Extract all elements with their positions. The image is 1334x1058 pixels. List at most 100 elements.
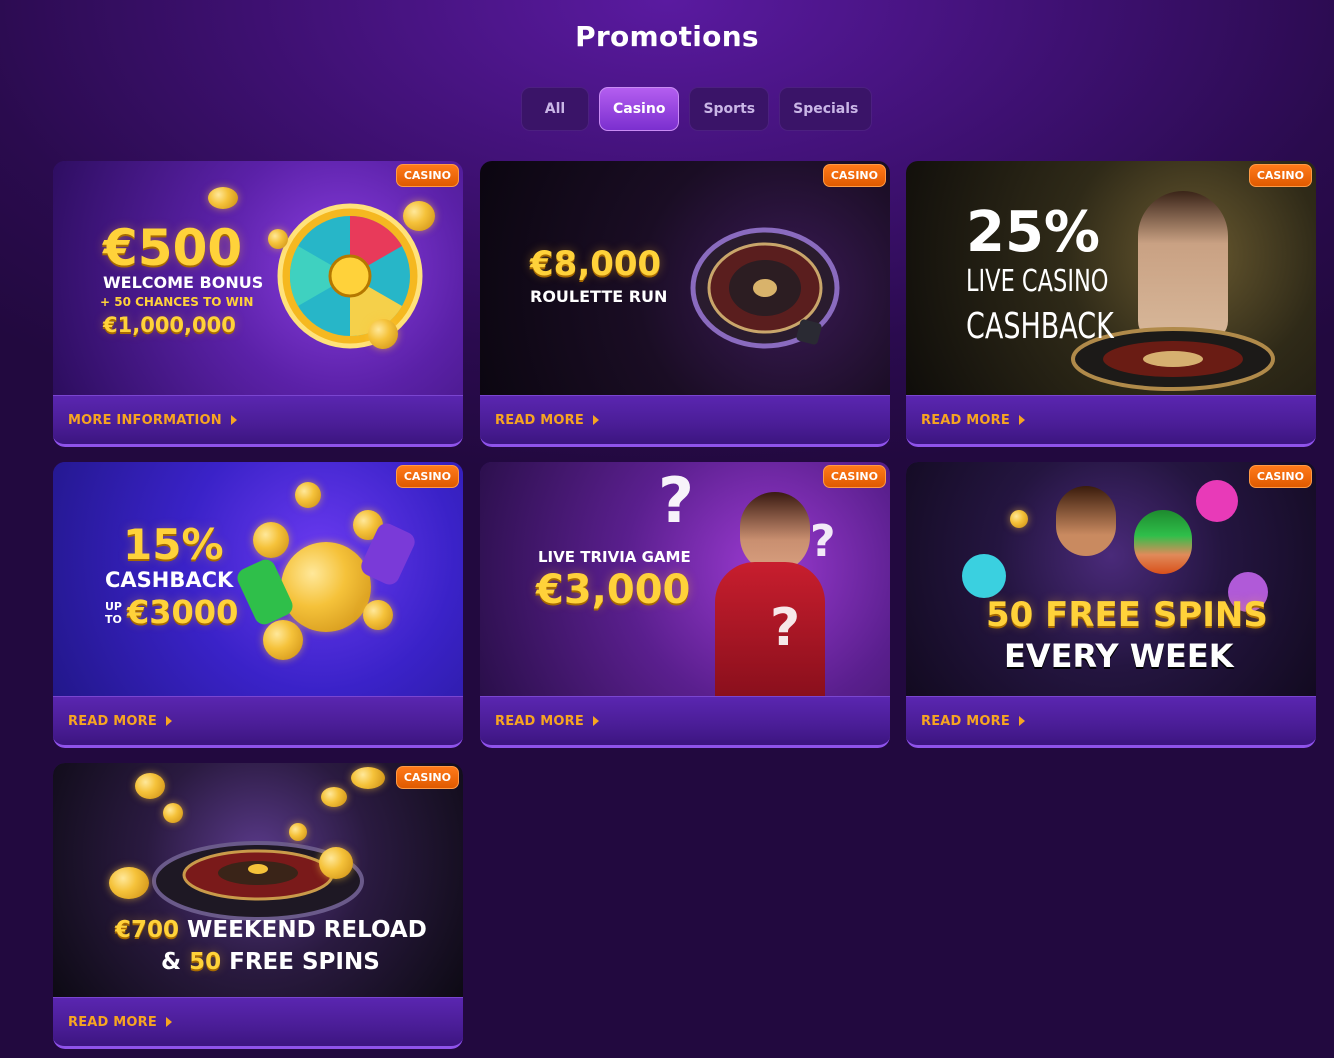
cta-label: READ MORE — [68, 1014, 157, 1030]
question-mark-icon: ? — [658, 464, 694, 537]
category-badge: CASINO — [395, 465, 459, 488]
cta-label: READ MORE — [921, 713, 1010, 729]
coin-icon — [319, 847, 353, 879]
read-more-button[interactable]: READ MORE — [906, 696, 1316, 748]
coin-icon — [289, 823, 307, 841]
tab-casino[interactable]: Casino — [599, 87, 680, 131]
more-information-button[interactable]: MORE INFORMATION — [53, 395, 463, 447]
dealer-image — [1138, 191, 1228, 341]
promo-line: WEEKEND RELOAD — [187, 917, 427, 943]
category-badge: CASINO — [1248, 164, 1312, 187]
page-title: Promotions — [575, 20, 759, 53]
arrow-right-icon — [1018, 415, 1025, 425]
cta-label: READ MORE — [495, 713, 584, 729]
coin-icon — [268, 229, 288, 249]
tab-sports[interactable]: Sports — [689, 87, 770, 131]
monster-icon — [1196, 480, 1238, 522]
promo-line: + 50 CHANCES TO WIN — [100, 295, 254, 309]
promo-subheadline: & 50 FREE SPINS — [161, 951, 380, 974]
promo-amount: 25% — [966, 200, 1101, 265]
arrow-right-icon — [165, 716, 172, 726]
cta-label: MORE INFORMATION — [68, 412, 222, 428]
promo-line: WELCOME BONUS — [103, 273, 264, 292]
coin-icon — [321, 787, 347, 807]
promo-line: LIVE TRIVIA GAME — [538, 548, 691, 566]
coin-icon — [295, 482, 321, 508]
category-badge: CASINO — [395, 164, 459, 187]
promo-card-cashback[interactable]: 15% CASHBACK UP TO €3000 CASINO READ MOR… — [53, 462, 463, 748]
arrow-right-icon — [230, 415, 237, 425]
promo-line: 50 — [189, 949, 222, 975]
promo-card-roulette-run[interactable]: €8,000 ROULETTE RUN CASINO READ MORE — [480, 161, 890, 447]
question-mark-icon: ? — [810, 516, 836, 567]
promo-amount: €700 — [115, 917, 180, 943]
coin-icon — [163, 803, 183, 823]
promo-card-free-spins[interactable]: 50 FREE SPINS EVERY WEEK CASINO READ MOR… — [906, 462, 1316, 748]
tab-specials[interactable]: Specials — [779, 87, 873, 131]
read-more-button[interactable]: READ MORE — [480, 395, 890, 447]
arrow-right-icon — [592, 716, 599, 726]
promo-line: LIVE CASINO — [966, 264, 1109, 299]
coin-icon — [253, 522, 289, 558]
cta-label: READ MORE — [921, 412, 1010, 428]
promo-card-live-trivia[interactable]: ? ? ? LIVE TRIVIA GAME €3,000 CASINO REA… — [480, 462, 890, 748]
promo-line: CASHBACK — [966, 306, 1114, 347]
read-more-button[interactable]: READ MORE — [53, 997, 463, 1049]
roulette-wheel-icon — [690, 227, 840, 349]
cta-label: READ MORE — [495, 412, 584, 428]
promo-image: €700 WEEKEND RELOAD & 50 FREE SPINS — [53, 763, 463, 997]
promo-line: & — [161, 949, 182, 975]
promo-headline: €700 WEEKEND RELOAD — [115, 919, 427, 942]
promo-image: 50 FREE SPINS EVERY WEEK — [906, 462, 1316, 696]
arrow-right-icon — [1018, 716, 1025, 726]
leprechaun-character — [1134, 510, 1192, 574]
promo-card-welcome-bonus[interactable]: €500 WELCOME BONUS + 50 CHANCES TO WIN €… — [53, 161, 463, 447]
promo-amount: €8,000 — [530, 244, 662, 284]
promo-line: 50 FREE SPINS — [986, 595, 1268, 635]
coin-icon — [1010, 510, 1028, 528]
promo-amount: €3,000 — [536, 567, 691, 613]
category-badge: CASINO — [1248, 465, 1312, 488]
category-badge: CASINO — [822, 465, 886, 488]
promo-amount: €500 — [103, 219, 243, 277]
promo-line: ROULETTE RUN — [530, 287, 668, 306]
prize-wheel-icon — [277, 203, 423, 349]
cta-label: READ MORE — [68, 713, 157, 729]
promo-image: 15% CASHBACK UP TO €3000 — [53, 462, 463, 696]
category-badge: CASINO — [822, 164, 886, 187]
arrow-right-icon — [592, 415, 599, 425]
coin-icon — [403, 201, 435, 231]
promo-image: €8,000 ROULETTE RUN — [480, 161, 890, 395]
arrow-right-icon — [165, 1017, 172, 1027]
explorer-character — [1056, 486, 1116, 556]
crown-coin-icon — [281, 542, 371, 632]
category-badge: CASINO — [395, 766, 459, 789]
promo-card-weekend-reload[interactable]: €700 WEEKEND RELOAD & 50 FREE SPINS CASI… — [53, 763, 463, 1049]
coin-icon — [263, 620, 303, 660]
question-mark-icon: ? — [770, 598, 801, 658]
promo-line: €3000 — [127, 593, 239, 631]
promo-image: 25% LIVE CASINO CASHBACK — [906, 161, 1316, 395]
promo-amount: 15% — [123, 520, 224, 569]
coin-icon — [208, 187, 238, 209]
promo-image: ? ? ? LIVE TRIVIA GAME €3,000 — [480, 462, 890, 696]
monster-icon — [962, 554, 1006, 598]
tab-all[interactable]: All — [521, 87, 589, 131]
promo-line: FREE SPINS — [229, 949, 380, 975]
read-more-button[interactable]: READ MORE — [53, 696, 463, 748]
promo-line: UP TO — [105, 600, 122, 627]
read-more-button[interactable]: READ MORE — [480, 696, 890, 748]
host-image — [740, 492, 810, 572]
promo-filter-tabs: All Casino Sports Specials — [521, 87, 873, 131]
promo-image: €500 WELCOME BONUS + 50 CHANCES TO WIN €… — [53, 161, 463, 395]
promo-line: CASHBACK — [105, 568, 234, 592]
promo-line: €1,000,000 — [103, 313, 236, 337]
coin-icon — [109, 867, 149, 899]
coin-icon — [351, 767, 385, 789]
read-more-button[interactable]: READ MORE — [906, 395, 1316, 447]
promo-line: EVERY WEEK — [1004, 637, 1234, 675]
coin-icon — [135, 773, 165, 799]
coin-icon — [368, 319, 398, 349]
coin-icon — [363, 600, 393, 630]
promo-card-live-casino-cashback[interactable]: 25% LIVE CASINO CASHBACK CASINO READ MOR… — [906, 161, 1316, 447]
